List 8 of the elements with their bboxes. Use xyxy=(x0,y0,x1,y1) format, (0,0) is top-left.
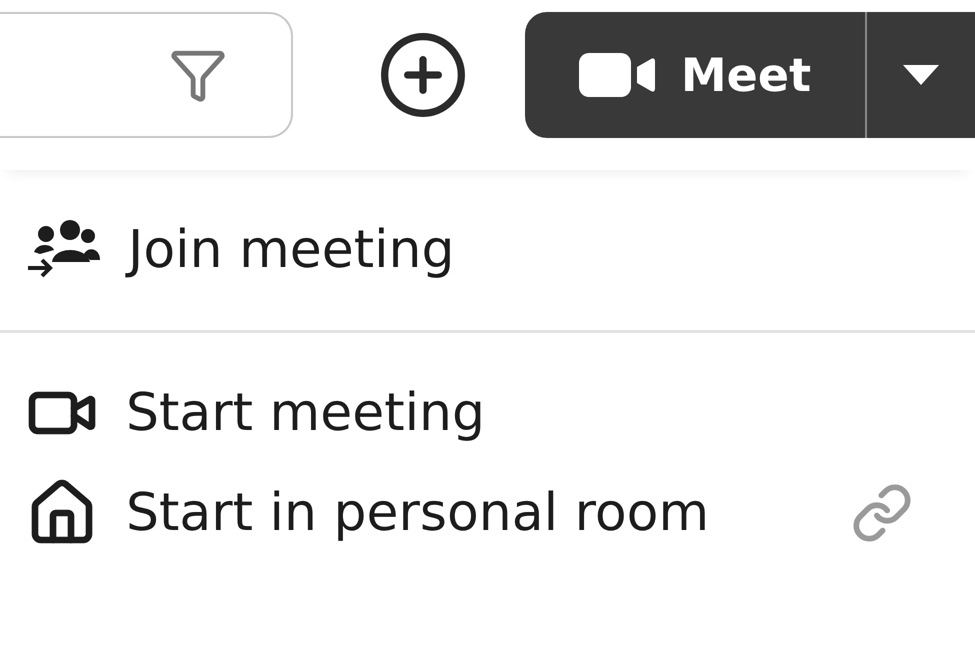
menu-item[interactable]: Start in personal room xyxy=(0,463,975,563)
menu-item[interactable]: Join meeting xyxy=(0,200,975,300)
video-camera-icon xyxy=(578,53,657,97)
meet-button[interactable]: Meet xyxy=(525,12,865,138)
link-icon[interactable] xyxy=(851,482,913,544)
menu-item[interactable]: Start meeting xyxy=(0,363,975,463)
caret-icon xyxy=(901,63,941,87)
search-field[interactable] xyxy=(0,12,293,138)
